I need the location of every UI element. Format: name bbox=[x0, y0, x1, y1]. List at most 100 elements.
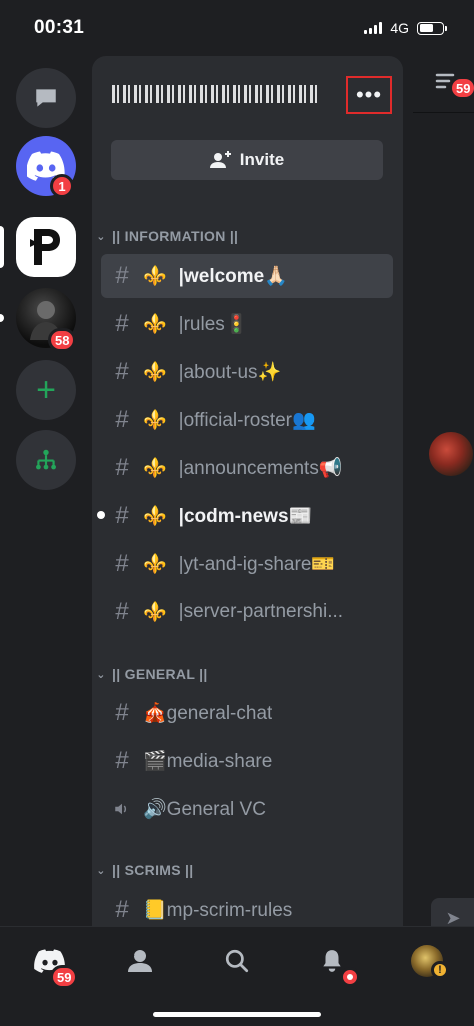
hash-icon: # bbox=[115, 747, 129, 774]
fleur-de-lis-emoji: ⚜️ bbox=[143, 410, 167, 431]
notification-badge: 58 bbox=[48, 328, 77, 352]
channel-name: |announcements📢 bbox=[178, 458, 343, 479]
status-time: 00:31 bbox=[34, 17, 85, 38]
chevron-down-icon: ⌄ bbox=[96, 668, 106, 681]
status-idle-icon: ! bbox=[431, 961, 449, 979]
hash-icon: # bbox=[115, 406, 129, 433]
server-logo-icon bbox=[30, 229, 60, 265]
channel-name: |yt-and-ig-share🎫 bbox=[178, 554, 336, 575]
fleur-de-lis-emoji: ⚜️ bbox=[143, 266, 167, 287]
channel-name: |official-roster👥 bbox=[178, 410, 316, 431]
channel-rules[interactable]: # ⚜️ |rules🚦 bbox=[101, 302, 393, 346]
direct-messages-button[interactable] bbox=[16, 68, 76, 128]
channel-general-vc[interactable]: 🔊General VC bbox=[101, 787, 393, 831]
channel-name: 🔊General VC bbox=[143, 799, 266, 820]
channel-name: 📒mp-scrim-rules bbox=[143, 900, 293, 921]
fleur-de-lis-emoji: ⚜️ bbox=[143, 506, 167, 527]
chevron-down-icon: ⌄ bbox=[96, 864, 106, 877]
server-rail: 1 58 + bbox=[0, 56, 90, 926]
notification-badge: 59 bbox=[50, 965, 79, 989]
hash-icon: # bbox=[115, 262, 129, 289]
ledger-emoji: 📒 bbox=[143, 900, 167, 921]
tab-bar: 59 ! bbox=[0, 926, 474, 1026]
server-name[interactable] bbox=[112, 82, 322, 106]
channel-mp-scrim-rules[interactable]: # 📒mp-scrim-rules bbox=[101, 888, 393, 926]
channel-general-chat[interactable]: # 🎪general-chat bbox=[101, 691, 393, 735]
category-scrims[interactable]: ⌄ || SCRIMS || bbox=[96, 860, 194, 880]
hash-icon: # bbox=[115, 699, 129, 726]
channel-yt-and-ig-share[interactable]: # ⚜️ |yt-and-ig-share🎫 bbox=[101, 542, 393, 586]
server-icon-photo[interactable]: 58 bbox=[16, 288, 77, 352]
server-name-obscured bbox=[112, 85, 317, 103]
category-label: || INFORMATION || bbox=[112, 228, 239, 244]
channel-about-us[interactable]: # ⚜️ |about-us✨ bbox=[101, 350, 393, 394]
channel-server-partnership[interactable]: # ⚜️ |server-partnershi... bbox=[101, 590, 393, 634]
clapper-emoji: 🎬 bbox=[143, 751, 167, 772]
chat-bubble-icon bbox=[36, 89, 56, 107]
chevron-down-icon: ⌄ bbox=[96, 230, 106, 243]
fleur-de-lis-emoji: ⚜️ bbox=[143, 554, 167, 575]
notification-badge: 1 bbox=[50, 174, 74, 198]
battery-icon bbox=[417, 21, 447, 35]
tab-search[interactable] bbox=[217, 941, 257, 981]
network-type: 4G bbox=[390, 20, 409, 36]
channel-codm-news[interactable]: # ⚜️ |codm-news📰 bbox=[97, 494, 393, 538]
channel-name: |rules🚦 bbox=[178, 314, 249, 335]
channel-name: 🎪general-chat bbox=[143, 703, 273, 724]
fleur-de-lis-emoji: ⚜️ bbox=[143, 602, 167, 623]
tab-friends[interactable] bbox=[120, 941, 160, 981]
tab-profile[interactable]: ! bbox=[407, 941, 449, 981]
channel-name: |about-us✨ bbox=[178, 362, 282, 383]
channel-name: |codm-news📰 bbox=[178, 506, 313, 527]
hash-icon: # bbox=[115, 310, 129, 337]
search-icon bbox=[225, 949, 249, 973]
channel-media-share[interactable]: # 🎬media-share bbox=[101, 739, 393, 783]
server-icon-discord[interactable]: 1 bbox=[16, 136, 76, 198]
speaker-icon bbox=[115, 803, 127, 815]
server-icon-current[interactable] bbox=[16, 217, 76, 277]
category-label: || GENERAL || bbox=[112, 666, 208, 682]
home-indicator[interactable] bbox=[153, 1012, 321, 1017]
status-indicators: 4G bbox=[364, 20, 447, 36]
divider bbox=[413, 112, 474, 113]
channel-announcements[interactable]: # ⚜️ |announcements📢 bbox=[101, 446, 393, 490]
hash-icon: # bbox=[115, 550, 129, 577]
unread-indicator bbox=[0, 314, 4, 322]
fleur-de-lis-emoji: ⚜️ bbox=[143, 314, 167, 335]
notification-badge: 59 bbox=[449, 76, 474, 100]
fleur-de-lis-emoji: ⚜️ bbox=[143, 458, 167, 479]
selected-server-indicator bbox=[0, 226, 4, 268]
hash-icon: # bbox=[115, 454, 129, 481]
channel-official-roster[interactable]: # ⚜️ |official-roster👥 bbox=[101, 398, 393, 442]
tab-home[interactable]: 59 bbox=[30, 941, 79, 989]
invite-button[interactable]: Invite bbox=[111, 140, 383, 180]
hash-icon: # bbox=[115, 598, 129, 625]
server-options-button[interactable]: ••• bbox=[346, 76, 392, 114]
fleur-de-lis-emoji: ⚜️ bbox=[143, 362, 167, 383]
avatar[interactable] bbox=[429, 432, 473, 476]
plus-icon: + bbox=[36, 370, 56, 409]
channel-welcome[interactable]: # ⚜️ |welcome🙏🏻 bbox=[101, 254, 393, 298]
channel-name: |server-partnershi... bbox=[178, 601, 344, 622]
chat-peek[interactable]: 59 ➤ bbox=[413, 56, 474, 938]
hash-icon: # bbox=[115, 896, 129, 923]
status-bar: 00:31 4G bbox=[0, 0, 474, 56]
explore-servers-button[interactable] bbox=[16, 430, 76, 490]
speaker-emoji: 🔊 bbox=[143, 799, 167, 820]
signal-icon bbox=[364, 22, 383, 34]
hierarchy-icon bbox=[36, 449, 56, 470]
add-person-icon bbox=[209, 151, 231, 168]
hash-icon: # bbox=[115, 358, 129, 385]
invite-label: Invite bbox=[239, 150, 285, 169]
channel-name: |welcome🙏🏻 bbox=[178, 266, 288, 287]
hash-icon: # bbox=[115, 502, 129, 529]
channel-name: 🎬media-share bbox=[143, 751, 273, 772]
tab-notifications[interactable] bbox=[312, 941, 360, 987]
category-general[interactable]: ⌄ || GENERAL || bbox=[96, 664, 208, 684]
add-server-button[interactable]: + bbox=[16, 360, 76, 420]
unread-dot bbox=[97, 511, 105, 519]
friends-icon bbox=[128, 950, 152, 972]
category-label: || SCRIMS || bbox=[112, 862, 194, 878]
channel-panel: ••• Invite ⌄ || INFORMATION || # ⚜️ |wel… bbox=[92, 56, 403, 926]
category-information[interactable]: ⌄ || INFORMATION || bbox=[96, 226, 238, 246]
